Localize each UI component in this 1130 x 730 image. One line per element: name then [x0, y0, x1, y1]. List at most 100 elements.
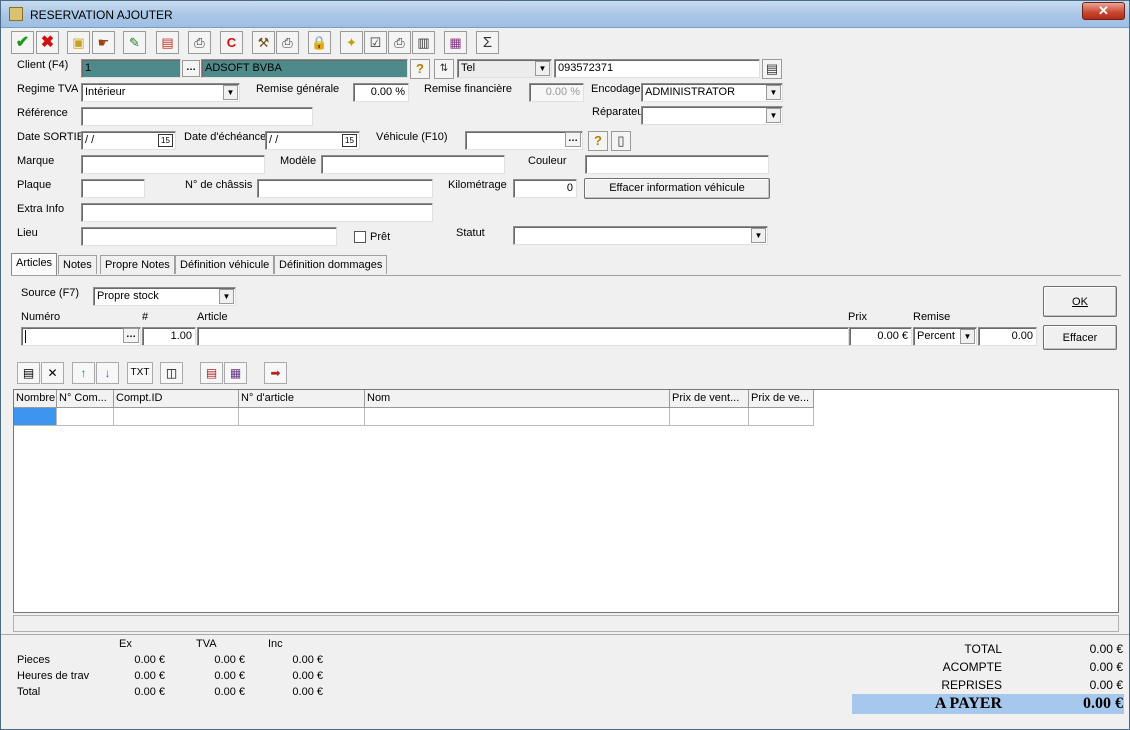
qty-field[interactable]: 1.00	[142, 327, 196, 346]
client-browse-button[interactable]: …	[182, 60, 200, 77]
swap-icon[interactable]: ⇅	[434, 59, 454, 79]
table-cell[interactable]	[749, 408, 814, 426]
table-cell[interactable]	[114, 408, 239, 426]
tab-propre-notes[interactable]: Propre Notes	[100, 255, 175, 274]
numero-browse-button[interactable]: …	[123, 328, 139, 343]
date-sortie-field[interactable]: / / 15	[81, 131, 176, 150]
sigma-icon[interactable]: Σ	[476, 31, 499, 54]
send-arrow-icon[interactable]: ➡	[264, 362, 287, 384]
summary-row-label: Heures de trav	[17, 670, 90, 682]
reparateur-select[interactable]: ▼	[641, 106, 783, 125]
new-document-icon[interactable]: ▯	[611, 131, 631, 151]
vehicule-browse-button[interactable]: …	[565, 132, 581, 147]
client-id-field[interactable]: 1	[81, 59, 181, 78]
tool-a-icon[interactable]: ▣	[67, 31, 90, 54]
cross-icon[interactable]: ✖	[36, 31, 59, 54]
phone-type-select[interactable]: Tel ▼	[457, 59, 552, 78]
tool-b-icon[interactable]: ☛	[92, 31, 115, 54]
lock-icon[interactable]: 🔒	[308, 31, 331, 54]
prix-field[interactable]: 0.00 €	[849, 327, 912, 346]
tab-articles[interactable]: Articles	[11, 253, 58, 275]
client-name-field[interactable]: ADSOFT BVBA	[201, 59, 408, 78]
tab-notes[interactable]: Notes	[58, 255, 97, 274]
red-circle-icon[interactable]: C	[220, 31, 243, 54]
column-header[interactable]: N° d'article	[239, 390, 365, 408]
tool-e-icon[interactable]: ⚒	[252, 31, 275, 54]
chevron-down-icon[interactable]: ▼	[766, 85, 781, 100]
ok-button[interactable]: OK	[1043, 286, 1117, 317]
tab-definition-dommages[interactable]: Définition dommages	[274, 255, 388, 274]
encodage-select[interactable]: ADMINISTRATOR ▼	[641, 83, 783, 102]
arrow-down-icon[interactable]: ↓	[96, 362, 119, 384]
column-header[interactable]: Nom	[365, 390, 670, 408]
chevron-down-icon[interactable]: ▼	[535, 61, 550, 76]
table-cell[interactable]	[57, 408, 114, 426]
printer3-icon[interactable]: ⎙	[388, 31, 411, 54]
chevron-down-icon[interactable]: ▼	[751, 228, 766, 243]
remise-type-select[interactable]: Percent ▼	[913, 327, 977, 346]
article-field[interactable]	[197, 327, 849, 346]
effacer-vehicule-button[interactable]: Effacer information véhicule	[584, 178, 770, 199]
articles-grid[interactable]: Nombre N° Com... Compt.ID N° d'article N…	[13, 389, 1119, 613]
effacer-button[interactable]: Effacer	[1043, 325, 1117, 350]
chevron-down-icon[interactable]: ▼	[219, 289, 234, 304]
table-cell[interactable]	[365, 408, 670, 426]
table-cell[interactable]	[239, 408, 365, 426]
column-header[interactable]: Compt.ID	[114, 390, 239, 408]
printer2-icon[interactable]: ⎙	[276, 31, 299, 54]
import-icon[interactable]: ▤	[200, 362, 223, 384]
statut-select[interactable]: ▼	[513, 226, 768, 245]
txt-button[interactable]: TXT	[127, 362, 153, 384]
tool-d-icon[interactable]: ▤	[156, 31, 179, 54]
column-header[interactable]: Prix de ve...	[749, 390, 814, 408]
chevron-down-icon[interactable]: ▼	[223, 85, 238, 100]
document-icon[interactable]: ▤	[762, 59, 782, 79]
delete-icon[interactable]: ✕	[41, 362, 64, 384]
column-header[interactable]: N° Com...	[57, 390, 114, 408]
printer4-icon[interactable]: ▥	[412, 31, 435, 54]
reference-field[interactable]	[81, 107, 313, 126]
tool-g-icon[interactable]: ▦	[444, 31, 467, 54]
pret-checkbox[interactable]	[354, 231, 366, 243]
marque-field[interactable]	[81, 155, 265, 174]
printer-icon[interactable]: ⎙	[188, 31, 211, 54]
table-cell[interactable]	[670, 408, 749, 426]
lieu-field[interactable]	[81, 227, 337, 246]
chassis-field[interactable]	[257, 179, 433, 198]
remise-value-field[interactable]: 0.00	[978, 327, 1037, 346]
reprises-label: REPRISES	[941, 678, 1002, 692]
key-icon[interactable]: ?	[588, 131, 608, 151]
checkbox-icon[interactable]: ☑	[364, 31, 387, 54]
vehicule-field[interactable]: …	[465, 131, 583, 150]
calendar-icon[interactable]: 15	[158, 134, 173, 147]
couleur-field[interactable]	[585, 155, 769, 174]
kilometrage-field[interactable]: 0	[513, 179, 577, 198]
regime-select[interactable]: Intérieur ▼	[81, 83, 240, 102]
phone-type-value: Tel	[461, 62, 476, 74]
chevron-down-icon[interactable]: ▼	[766, 108, 781, 123]
check-icon[interactable]: ✔	[11, 31, 34, 54]
source-select[interactable]: Propre stock ▼	[93, 287, 236, 306]
chevron-down-icon[interactable]: ▼	[960, 329, 975, 344]
phone-number-field[interactable]: 093572371	[554, 59, 760, 78]
tool-c-icon[interactable]: ✎	[123, 31, 146, 54]
numero-field[interactable]: …	[21, 327, 141, 346]
export-icon[interactable]: ▦	[224, 362, 247, 384]
tool-f-icon[interactable]: ✦	[340, 31, 363, 54]
calendar-icon[interactable]: 15	[342, 134, 357, 147]
plaque-field[interactable]	[81, 179, 145, 198]
edit-doc-icon[interactable]: ▤	[17, 362, 40, 384]
arrow-up-icon[interactable]: ↑	[72, 362, 95, 384]
key-icon[interactable]: ?	[410, 59, 430, 79]
reference-label: Référence	[17, 107, 68, 119]
column-header[interactable]: Nombre	[14, 390, 57, 408]
table-cell[interactable]	[14, 408, 57, 426]
tab-definition-vehicule[interactable]: Définition véhicule	[175, 255, 275, 274]
extra-info-field[interactable]	[81, 203, 433, 222]
close-button[interactable]: ✕	[1082, 2, 1125, 20]
modele-field[interactable]	[321, 155, 505, 174]
columns-icon[interactable]: ◫	[160, 362, 183, 384]
column-header[interactable]: Prix de vent...	[670, 390, 749, 408]
date-echeance-field[interactable]: / / 15	[265, 131, 360, 150]
remise-generale-field[interactable]: 0.00 %	[353, 83, 409, 102]
